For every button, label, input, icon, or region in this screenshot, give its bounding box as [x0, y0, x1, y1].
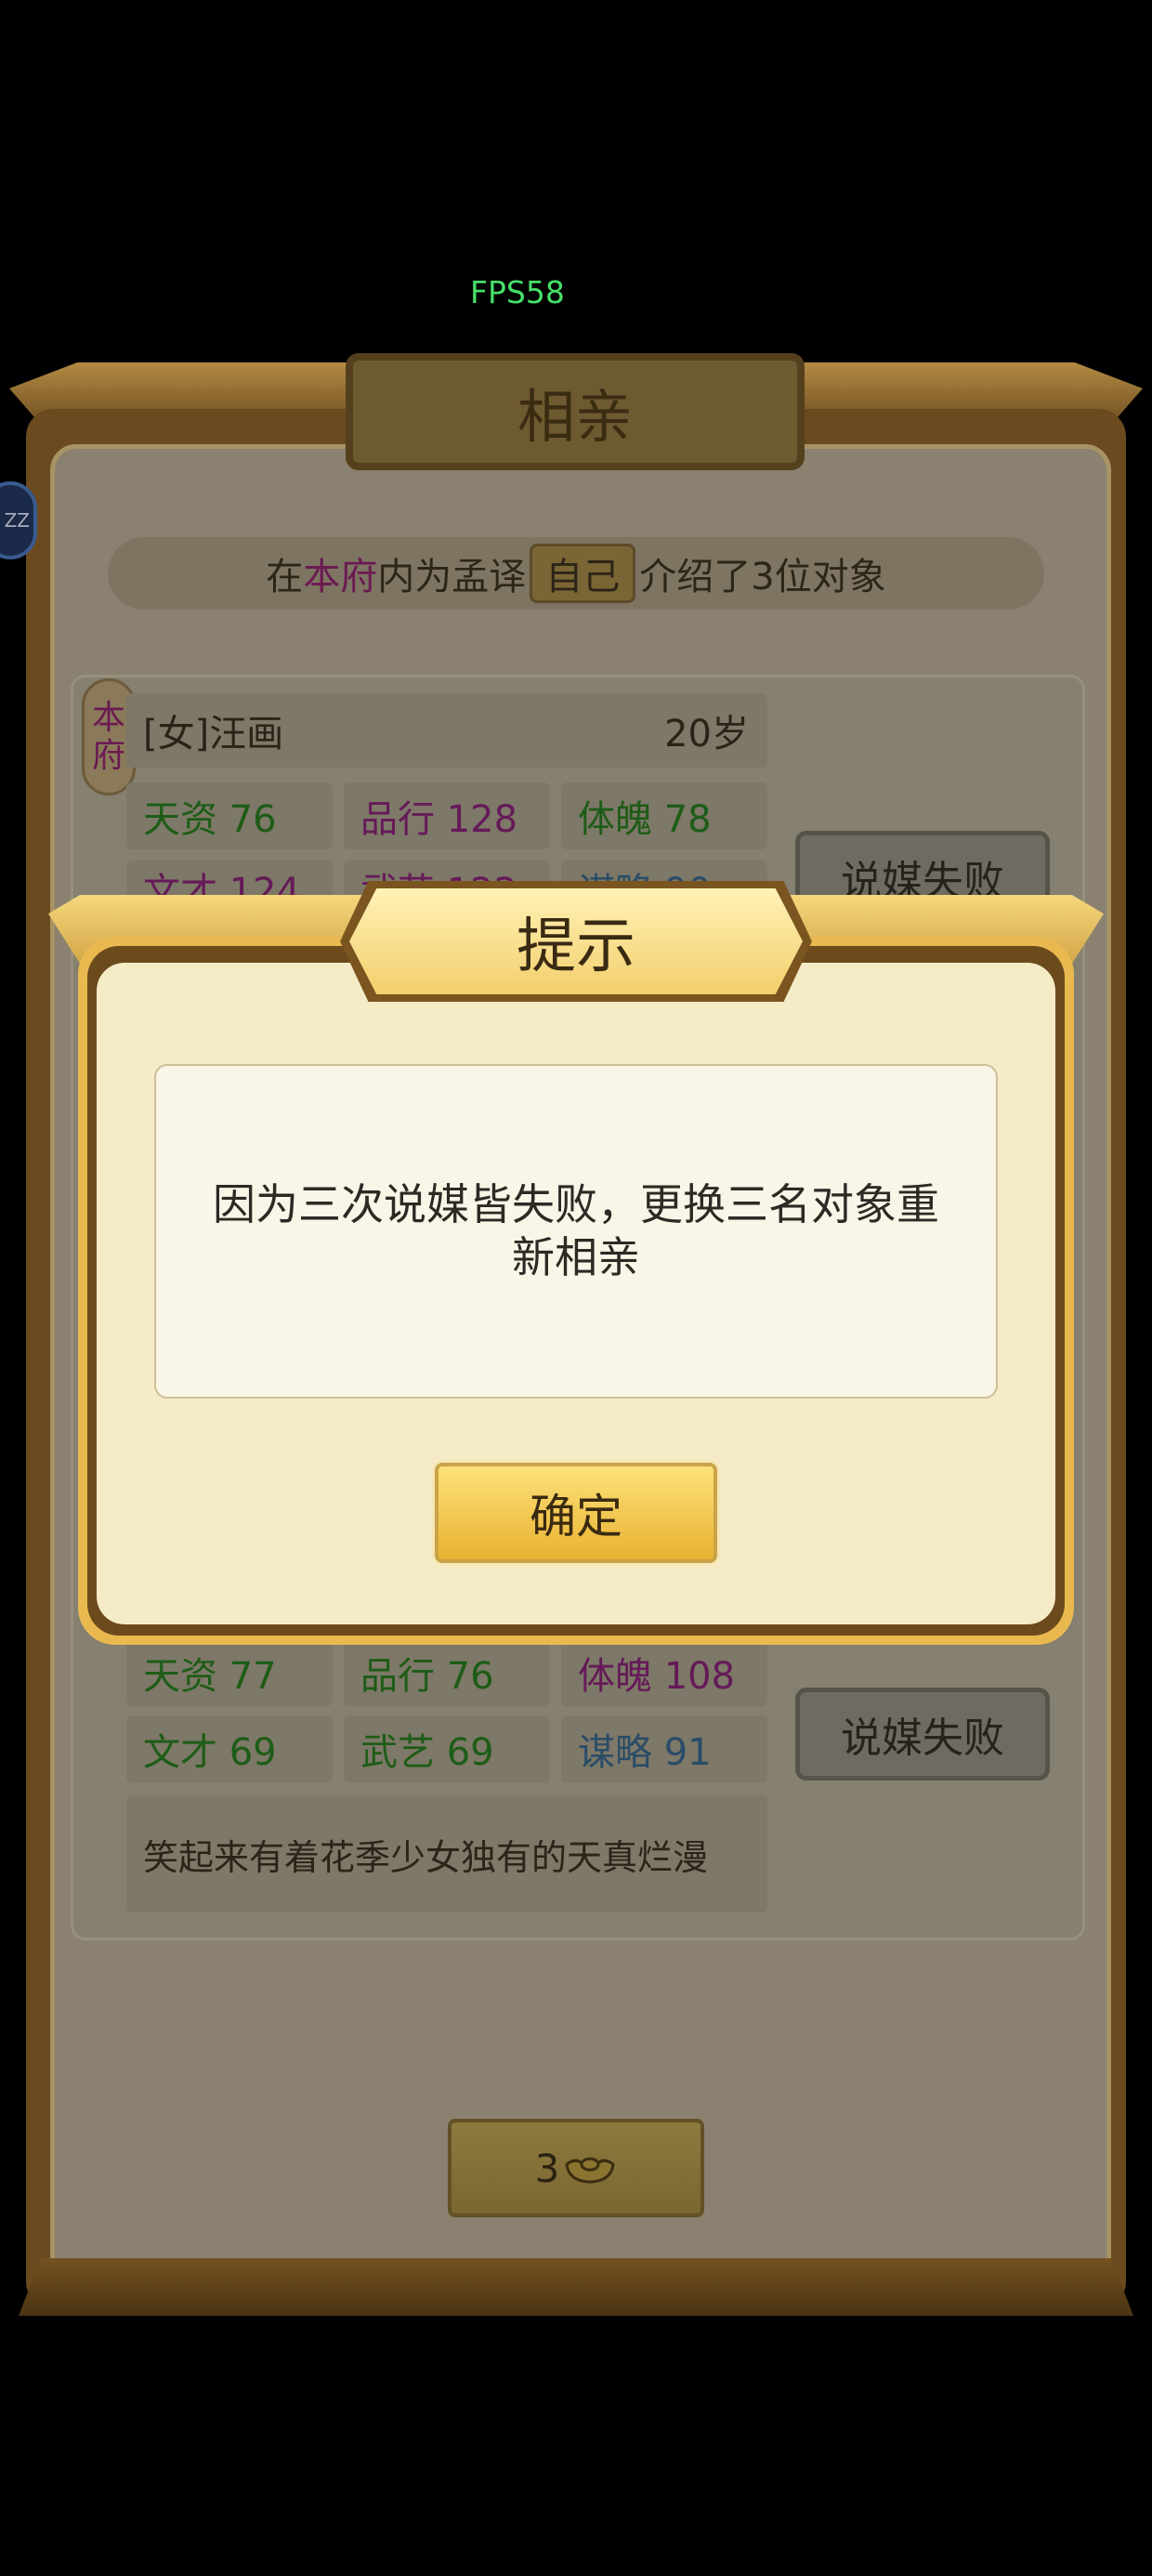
stat-cell: 体魄 108	[561, 1639, 767, 1706]
intro-suffix: 介绍了3位对象	[639, 556, 886, 598]
candidate-name-row: [女]汪画 20岁	[126, 693, 767, 768]
gold-ingot-icon	[565, 2157, 615, 2184]
cost-amount: 3	[534, 2145, 560, 2191]
fps-counter: FPS58	[470, 274, 565, 310]
stat-cell: 谋略 91	[561, 1715, 767, 1782]
stat-cell: 体魄 78	[561, 782, 767, 849]
candidate-age: 20岁	[664, 713, 749, 756]
house-badge-char: 府	[91, 737, 125, 775]
intro-bar: 在本府 内为孟译 自己 介绍了3位对象	[108, 537, 1044, 610]
intro-house: 本府	[303, 556, 378, 598]
confirm-button[interactable]: 确定	[432, 1460, 720, 1566]
side-avatar-text: ZZ	[4, 509, 30, 532]
stat-cell: 天资 76	[126, 782, 333, 849]
dialog-message: 因为三次说媒皆失败，更换三名对象重新相亲	[154, 1064, 998, 1399]
stat-cell: 天资 77	[126, 1639, 333, 1706]
stat-cell: 品行 76	[344, 1639, 550, 1706]
stat-cell: 武艺 69	[344, 1715, 550, 1782]
intro-mid: 内为孟译	[377, 556, 527, 598]
self-tag: 自己	[530, 544, 636, 603]
dialog-title: 提示	[517, 913, 635, 981]
dialog-title-plaque: 提示	[349, 888, 803, 994]
stat-cell: 文才 69	[126, 1715, 333, 1782]
side-avatar[interactable]: ZZ	[0, 481, 37, 559]
house-badge-char: 本	[91, 698, 125, 737]
candidate-name: [女]汪画	[143, 713, 284, 756]
matchmaking-failed-button[interactable]: 说媒失败	[795, 1688, 1050, 1781]
page-title: 相亲	[517, 383, 633, 451]
stat-cell: 品行 128	[344, 782, 550, 849]
candidate-description: 笑起来有着花季少女独有的天真烂漫	[126, 1795, 767, 1912]
page-title-plaque: 相亲	[346, 353, 805, 470]
rematch-cost-button[interactable]: 3	[448, 2119, 704, 2217]
intro-prefix: 在	[266, 556, 304, 598]
panel-base	[19, 2258, 1133, 2316]
